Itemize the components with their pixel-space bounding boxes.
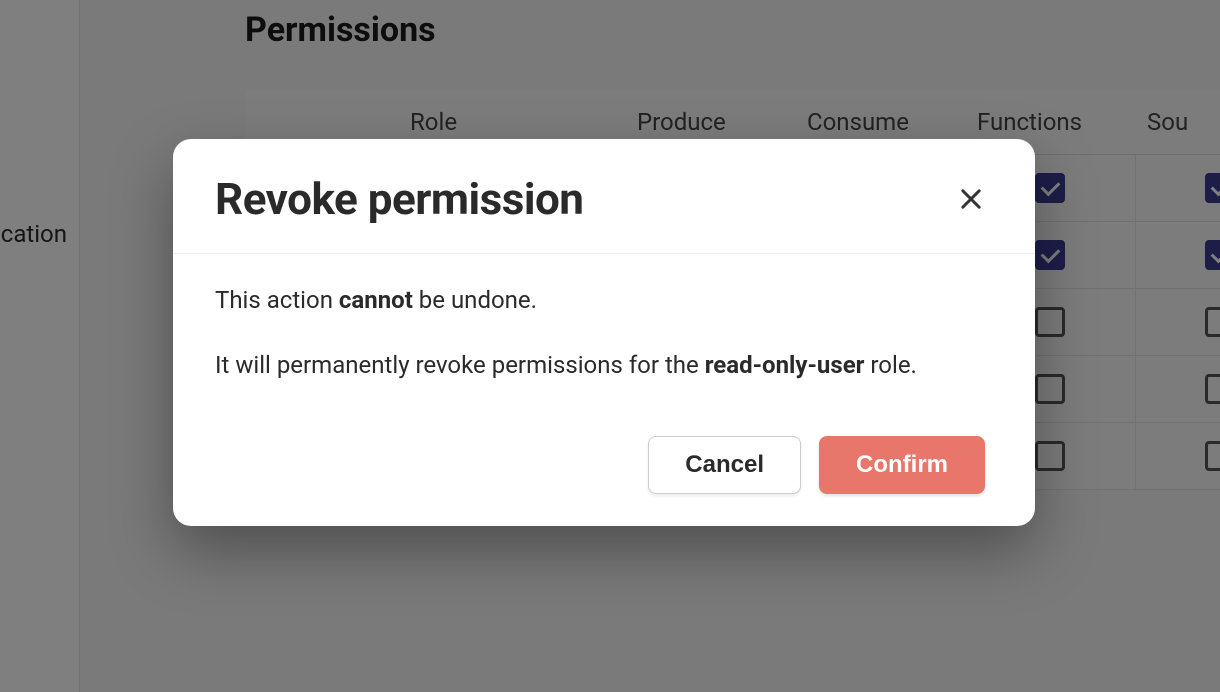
confirm-button[interactable]: Confirm — [819, 436, 985, 494]
modal-body: This action cannot be undone. It will pe… — [173, 254, 1035, 428]
close-icon — [957, 185, 985, 213]
modal-title: Revoke permission — [215, 173, 583, 225]
cancel-button[interactable]: Cancel — [648, 436, 801, 494]
modal-warning-line-2: It will permanently revoke permissions f… — [215, 347, 993, 384]
modal-footer: Cancel Confirm — [173, 428, 1035, 526]
revoke-permission-modal: Revoke permission This action cannot be … — [173, 139, 1035, 526]
modal-header: Revoke permission — [173, 139, 1035, 254]
modal-warning-line-1: This action cannot be undone. — [215, 282, 993, 319]
close-button[interactable] — [949, 177, 993, 221]
